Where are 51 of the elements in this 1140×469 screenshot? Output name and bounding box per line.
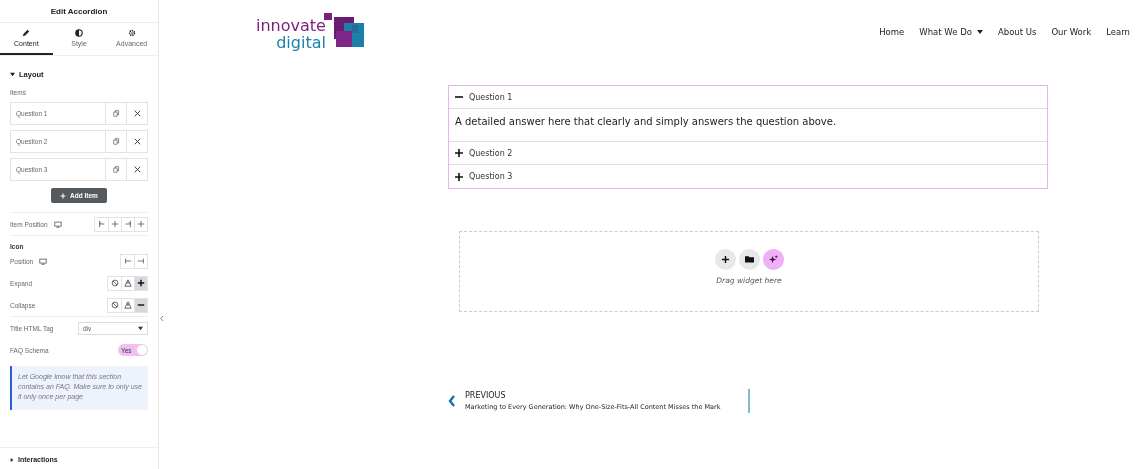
icon-option[interactable] <box>108 276 121 290</box>
nav-link[interactable]: About Us <box>997 27 1037 37</box>
plus-icon <box>60 192 67 199</box>
pencil-icon <box>22 29 31 37</box>
align-icon <box>97 220 106 228</box>
position-option[interactable] <box>134 254 147 268</box>
icon-option[interactable] <box>121 276 134 290</box>
folder-icon <box>744 255 754 263</box>
copy-icon <box>112 166 120 173</box>
icon-option[interactable] <box>134 298 147 312</box>
nav-link[interactable]: Home <box>879 27 905 37</box>
contrast-icon <box>75 29 83 37</box>
add-button[interactable] <box>714 248 736 270</box>
close-icon <box>133 110 141 117</box>
minus-icon <box>137 301 145 309</box>
plus-icon <box>137 279 145 287</box>
copy-icon <box>112 138 120 145</box>
ai-sparkle-button[interactable] <box>762 248 784 270</box>
copy-icon <box>112 110 120 117</box>
position-icon <box>123 257 132 265</box>
icon-option[interactable] <box>121 298 134 312</box>
monitor-icon <box>53 220 62 228</box>
align-icon <box>124 220 132 228</box>
align-icon <box>137 220 145 228</box>
panel-title: Edit Accordion <box>0 0 158 23</box>
align-option[interactable] <box>121 217 134 231</box>
icon-option[interactable] <box>108 298 121 312</box>
nav-link[interactable]: Our Work <box>1051 27 1092 37</box>
close-icon <box>133 166 141 173</box>
close-icon <box>133 138 141 145</box>
site-logo[interactable]: innovate digital <box>256 13 368 51</box>
sparkle-icon <box>768 254 778 264</box>
chevron-left-icon <box>448 395 456 407</box>
settings-icon <box>127 29 136 37</box>
align-option[interactable] <box>134 217 147 231</box>
caret-icon <box>976 29 983 35</box>
monitor-icon <box>39 257 48 265</box>
icon-option[interactable] <box>134 276 147 290</box>
collapse-panel-icon[interactable] <box>159 315 164 322</box>
plus-icon <box>720 254 730 264</box>
no-icon-icon <box>110 279 119 287</box>
align-icon <box>111 220 119 228</box>
no-icon-icon <box>110 301 119 309</box>
nav-link[interactable]: Learn <box>1106 27 1130 37</box>
nav-link[interactable]: What We Do <box>919 27 983 37</box>
caret-icon <box>138 325 143 331</box>
align-option[interactable] <box>108 217 121 231</box>
upload-icon <box>124 279 132 287</box>
folder-button[interactable] <box>738 248 760 270</box>
position-icon <box>137 257 145 265</box>
upload-icon <box>124 301 132 309</box>
